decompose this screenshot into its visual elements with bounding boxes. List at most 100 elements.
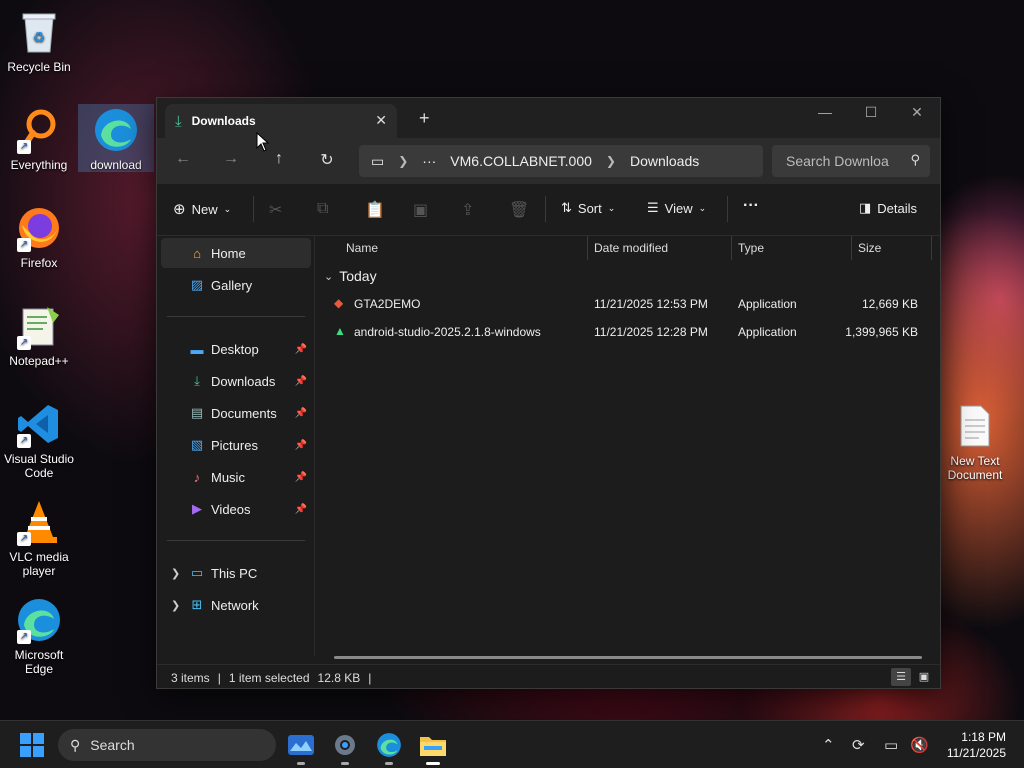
desktop-icon-label: New Text Document (947, 454, 1003, 482)
desktop-icon-vscode[interactable]: ↗ Visual Studio Code (1, 400, 77, 480)
taskbar-widgets-icon[interactable] (285, 729, 317, 765)
music-icon: ♪ (193, 469, 201, 485)
delete-icon[interactable]: 🗑 (509, 200, 529, 220)
taskbar-edge-icon[interactable] (373, 729, 405, 765)
desktop-icon-firefox[interactable]: ↗ Firefox (1, 204, 77, 270)
up-icon[interactable]: ↑ (267, 150, 291, 168)
tray-chevron-up-icon[interactable]: ⌃ (822, 736, 835, 754)
desktop-icon-recycle-bin[interactable]: ♻ Recycle Bin (1, 8, 77, 74)
file-name: android-studio-2025.2.1.8-windows (354, 325, 541, 339)
group-header-today[interactable]: ⌄ Today (324, 268, 377, 284)
clock-time: 1:18 PM (961, 730, 1006, 744)
minimize-icon[interactable]: — (802, 98, 848, 128)
sidebar-item-videos[interactable]: ▶ Videos 📌 (161, 494, 311, 524)
windows-start-icon[interactable] (20, 733, 44, 757)
pin-icon[interactable]: 📌 (295, 344, 307, 355)
details-view-icon[interactable]: ☰ (891, 668, 911, 686)
details-pane-icon: ◨ (859, 200, 872, 215)
desktop-icon-label: Microsoft Edge (14, 648, 64, 676)
pin-icon[interactable]: 📌 (295, 440, 307, 451)
copy-icon[interactable]: ⧉ (317, 200, 328, 218)
shortcut-arrow-icon: ↗ (17, 140, 31, 154)
details-label: Details (877, 200, 918, 216)
back-icon[interactable]: ← (171, 150, 195, 168)
view-lines-icon: ☰ (647, 200, 659, 215)
desktop-icon-notepad-plus-plus[interactable]: ↗ Notepad++ (1, 302, 77, 368)
pin-icon[interactable]: 📌 (295, 376, 307, 387)
pin-icon[interactable]: 📌 (295, 408, 307, 419)
new-button[interactable]: ⊕ New ⌄ (173, 200, 231, 218)
breadcrumb-overflow[interactable]: ··· (422, 153, 436, 169)
recycle-bin-icon: ♻ (15, 8, 63, 56)
refresh-icon[interactable]: ↻ (315, 150, 339, 170)
column-header-date[interactable]: Date modified (594, 241, 668, 255)
network-icon: ⊞ (191, 597, 203, 612)
taskbar-search-input[interactable]: ⚲ Search (58, 729, 276, 761)
column-header-size[interactable]: Size (858, 241, 881, 255)
tab-downloads[interactable]: ⤓ Downloads ✕ (165, 104, 397, 138)
close-window-icon[interactable]: ✕ (894, 98, 940, 128)
search-input[interactable]: Search Downloa ⚲ (772, 145, 930, 177)
desktop-icon-new-text-document[interactable]: New Text Document (937, 402, 1013, 482)
taskbar-file-explorer-icon[interactable] (417, 729, 449, 765)
chevron-right-icon[interactable]: ❯ (171, 599, 180, 612)
sort-button[interactable]: ⇅ Sort ⌄ (561, 200, 615, 216)
rename-icon[interactable]: ▣ (413, 200, 428, 220)
sidebar-item-label: Downloads (211, 373, 276, 389)
breadcrumb-downloads[interactable]: Downloads (630, 153, 699, 169)
address-bar[interactable]: ▭ ❯ ··· VM6.COLLABNET.000 ❯ Downloads (359, 145, 763, 177)
tab-title: Downloads (191, 114, 256, 128)
tiles-view-icon[interactable]: ▣ (914, 668, 934, 686)
taskbar-clock[interactable]: 1:18 PM 11/21/2025 (947, 729, 1006, 761)
sidebar-item-network[interactable]: ❯ ⊞ Network (161, 590, 311, 620)
breadcrumb-host[interactable]: VM6.COLLABNET.000 (450, 153, 592, 169)
details-button[interactable]: ◨ Details (859, 200, 917, 216)
column-header-name[interactable]: Name (346, 241, 378, 255)
sidebar-item-documents[interactable]: ▤ Documents 📌 (161, 398, 311, 428)
tray-sync-icon[interactable]: ⟳ (852, 736, 865, 754)
desktop-icon-download[interactable]: download (78, 104, 154, 172)
sidebar-item-this-pc[interactable]: ❯ ▭ This PC (161, 558, 311, 588)
view-button[interactable]: ☰ View ⌄ (647, 200, 706, 216)
file-name: GTA2DEMO (354, 297, 421, 311)
new-tab-icon[interactable]: + (419, 108, 430, 129)
pin-icon[interactable]: 📌 (295, 472, 307, 483)
chevron-right-icon[interactable]: ❯ (171, 567, 180, 580)
forward-icon[interactable]: → (219, 150, 243, 168)
vlc-cone-icon: ↗ (15, 498, 63, 546)
status-item-count: 3 items (171, 670, 210, 685)
more-options-button[interactable]: ··· (743, 197, 759, 215)
share-icon[interactable]: ⇪ (461, 200, 474, 220)
close-tab-icon[interactable]: ✕ (375, 112, 387, 129)
tray-volume-muted-icon[interactable]: 🔇 (910, 736, 929, 754)
horizontal-scrollbar[interactable] (334, 656, 922, 659)
pin-icon[interactable]: 📌 (295, 504, 307, 515)
sidebar-item-desktop[interactable]: ▬ Desktop 📌 (161, 334, 311, 364)
sidebar-item-downloads[interactable]: ⤓ Downloads 📌 (161, 366, 311, 396)
notepad-plus-plus-icon: ↗ (15, 302, 63, 350)
taskbar-settings-icon[interactable] (329, 729, 361, 765)
sidebar-item-gallery[interactable]: ▨ Gallery (161, 270, 311, 300)
cut-icon[interactable]: ✂ (269, 200, 282, 220)
search-icon: ⚲ (910, 152, 920, 167)
sidebar-item-label: Gallery (211, 277, 253, 293)
sidebar-item-music[interactable]: ♪ Music 📌 (161, 462, 311, 492)
android-studio-icon: ▲ (334, 324, 346, 338)
table-row[interactable]: ▲ android-studio-2025.2.1.8-windows 11/2… (316, 319, 934, 345)
paste-icon[interactable]: 📋 (365, 200, 385, 220)
desktop-icon-everything[interactable]: ↗ Everything (1, 106, 77, 172)
maximize-icon[interactable]: ☐ (848, 98, 894, 128)
sidebar-item-home[interactable]: ⌂ Home (161, 238, 311, 268)
desktop-icon-vlc[interactable]: ↗ VLC media player (1, 498, 77, 578)
shortcut-arrow-icon: ↗ (17, 532, 31, 546)
table-row[interactable]: ◆ GTA2DEMO 11/21/2025 12:53 PM Applicati… (316, 291, 934, 317)
tray-display-icon[interactable]: ▭ (884, 736, 898, 754)
file-list: Name Date modified Type Size ⌄ Today ◆ G… (316, 236, 940, 659)
desktop-icon-edge[interactable]: ↗ Microsoft Edge (1, 596, 77, 676)
column-header-type[interactable]: Type (738, 241, 764, 255)
file-type: Application (738, 297, 797, 311)
title-bar[interactable]: ⤓ Downloads ✕ + — ☐ ✕ (157, 98, 940, 138)
file-explorer-window[interactable]: ⤓ Downloads ✕ + — ☐ ✕ ← → ↑ ↻ ▭ ❯ ··· VM… (156, 97, 941, 689)
sidebar-item-pictures[interactable]: ▧ Pictures 📌 (161, 430, 311, 460)
file-size: 12,669 KB (861, 297, 918, 311)
